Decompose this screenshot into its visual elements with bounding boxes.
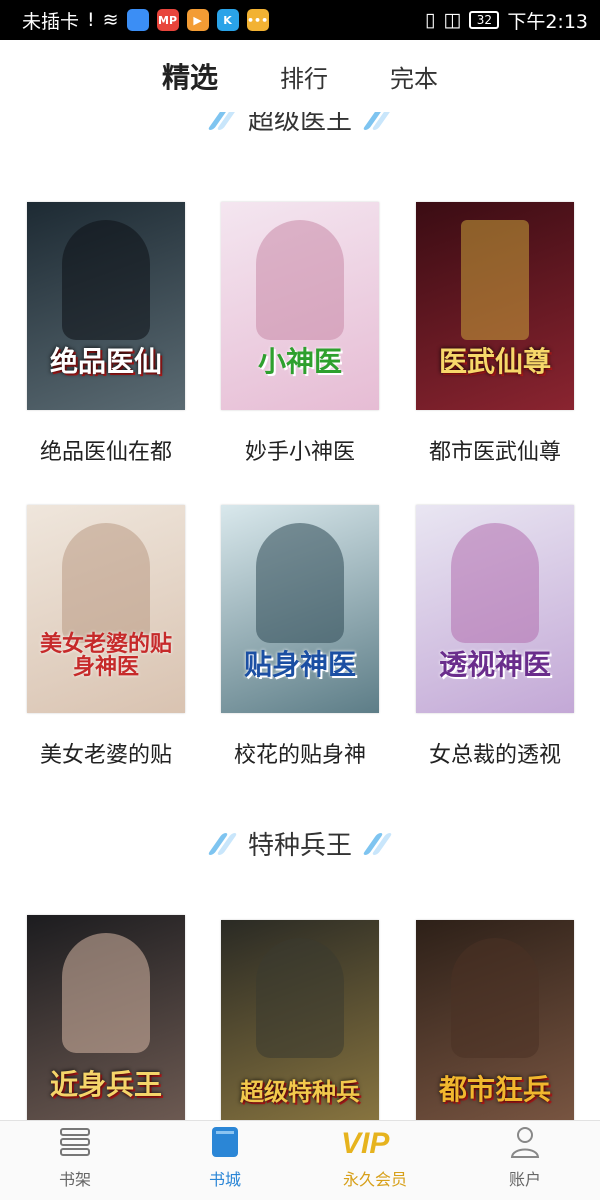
tab-featured[interactable]: 精选	[162, 56, 218, 96]
book-cover[interactable]: 美女老婆的贴身神医	[27, 505, 185, 713]
book-title[interactable]: 女总裁的透视	[416, 737, 574, 769]
book-title[interactable]: 校花的贴身神	[221, 737, 379, 769]
svg-text:VIP: VIP	[341, 1127, 390, 1159]
decoration-icon	[362, 832, 393, 855]
nav-book-store[interactable]: 书城	[150, 1121, 300, 1200]
cover-art	[256, 523, 344, 643]
nav-label: 永久会员	[342, 1170, 407, 1189]
book-card[interactable]: 超级特种兵	[221, 920, 381, 1120]
cover-art	[62, 933, 150, 1053]
section-header: 超级医王	[0, 112, 600, 137]
book-card[interactable]: 都市狂兵	[416, 920, 576, 1120]
cover-title: 医武仙尊	[438, 344, 551, 378]
video-icon: ▶	[186, 9, 209, 31]
tab-completed[interactable]: 完本	[390, 59, 438, 94]
book-card[interactable]: 绝品医仙 绝品医仙在都	[27, 202, 187, 466]
top-tabs: 精选 排行 完本	[0, 40, 600, 112]
decoration-icon	[362, 112, 393, 130]
cover-title: 都市狂兵	[438, 1072, 551, 1106]
cover-title: 近身兵王	[49, 1067, 162, 1101]
k-icon: K	[216, 9, 239, 31]
tab-ranking[interactable]: 排行	[280, 59, 328, 94]
book-cover[interactable]: 透视神医	[416, 505, 574, 713]
cover-art	[62, 523, 150, 643]
cover-title: 贴身神医	[243, 647, 356, 681]
cover-art	[451, 938, 539, 1058]
cover-title: 小神医	[257, 344, 342, 378]
decoration-icon	[207, 112, 238, 130]
book-title[interactable]: 美女老婆的贴	[27, 737, 185, 769]
vibrate-icon: ▯	[424, 9, 436, 31]
nav-account[interactable]: 账户	[450, 1121, 600, 1200]
book-cover[interactable]: 都市狂兵	[416, 920, 574, 1120]
status-left: 未插卡 ! ≋ MP ▶ K •••	[22, 7, 269, 34]
book-store-icon	[207, 1124, 243, 1160]
nav-vip[interactable]: VIP 永久会员	[300, 1121, 450, 1200]
nav-bookshelf[interactable]: 书架	[0, 1121, 150, 1200]
section-header: 特种兵王	[0, 825, 600, 862]
section-title: 超级医王	[247, 112, 352, 136]
sim-alert-icon: !	[87, 9, 95, 31]
more-icon: •••	[246, 9, 269, 31]
cover-art	[461, 220, 529, 340]
nav-label: 书架	[58, 1170, 91, 1189]
book-title[interactable]: 妙手小神医	[221, 434, 379, 466]
book-cover[interactable]: 贴身神医	[221, 505, 379, 713]
carrier-text: 未插卡	[22, 10, 80, 33]
cover-title: 透视神医	[438, 647, 551, 681]
book-card[interactable]: 美女老婆的贴身神医 美女老婆的贴	[27, 505, 187, 769]
book-cover[interactable]: 超级特种兵	[221, 920, 379, 1120]
status-right: ▯ ◫ 32 下午2:13	[425, 7, 588, 34]
battery-icon: 32	[469, 11, 500, 29]
section-title: 特种兵王	[247, 831, 352, 861]
cover-title: 美女老婆的贴身神医	[39, 630, 172, 680]
clock: 下午2:13	[507, 10, 588, 33]
cover-art	[256, 220, 344, 340]
book-cover[interactable]: 小神医	[221, 202, 379, 410]
bottom-nav: 书架 书城 VIP 永久会员 账户	[0, 1120, 600, 1200]
book-title[interactable]: 都市医武仙尊	[416, 434, 574, 466]
cover-title: 超级特种兵	[240, 1076, 360, 1106]
book-card[interactable]: 小神医 妙手小神医	[221, 202, 381, 466]
cover-title: 绝品医仙	[49, 344, 162, 378]
book-card[interactable]: 贴身神医 校花的贴身神	[221, 505, 381, 769]
nav-label: 书城	[208, 1170, 241, 1189]
book-cover[interactable]: 绝品医仙	[27, 202, 185, 410]
signal-icon: ◫	[443, 9, 462, 31]
nav-label: 账户	[508, 1170, 541, 1189]
cover-art	[256, 938, 344, 1058]
cover-art	[62, 220, 150, 340]
bookshelf-icon	[57, 1124, 93, 1160]
book-card[interactable]: 医武仙尊 都市医武仙尊	[416, 202, 576, 466]
book-feed[interactable]: 超级医王 绝品医仙 绝品医仙在都 小神医 妙手小神医 医武仙尊 都市医武仙尊 美…	[0, 112, 600, 1120]
book-cover[interactable]: 近身兵王	[27, 915, 185, 1120]
vip-icon: VIP	[335, 1124, 415, 1160]
qq-browser-icon	[126, 9, 149, 31]
wifi-icon: ≋	[102, 9, 119, 31]
book-card[interactable]: 透视神医 女总裁的透视	[416, 505, 576, 769]
decoration-icon	[207, 832, 238, 855]
account-icon	[507, 1124, 543, 1160]
status-bar: 未插卡 ! ≋ MP ▶ K ••• ▯ ◫ 32 下午2:13	[0, 0, 600, 40]
cover-art	[451, 523, 539, 643]
mp-icon: MP	[156, 9, 179, 31]
book-title[interactable]: 绝品医仙在都	[27, 434, 185, 466]
book-cover[interactable]: 医武仙尊	[416, 202, 574, 410]
book-card[interactable]: 近身兵王	[27, 915, 187, 1120]
